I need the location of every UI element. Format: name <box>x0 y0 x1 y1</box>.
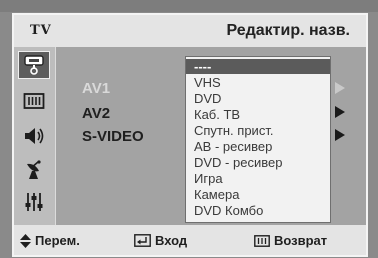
sound-icon[interactable] <box>21 124 47 148</box>
tv-osd-screen: TV Редактир. назв. AV1 AV2 S-VIDEO ---- … <box>0 0 378 258</box>
arrow-right-icon <box>335 129 345 141</box>
dropdown-item[interactable]: Спутн. прист. <box>186 123 330 138</box>
page-title: Редактир. назв. <box>226 22 350 39</box>
dropdown-item[interactable]: Игра <box>186 171 330 186</box>
dropdown-item[interactable]: AB - ресивер <box>186 139 330 154</box>
return-hint: Возврат <box>254 233 327 248</box>
dropdown-item[interactable]: VHS <box>186 75 330 90</box>
arrow-right-icon <box>335 82 345 94</box>
enter-hint: Вход <box>134 233 187 248</box>
source-s-video[interactable]: S-VIDEO <box>82 128 144 145</box>
menu-sidebar <box>14 47 56 225</box>
source-av2[interactable]: AV2 <box>82 105 110 122</box>
menu-footer: Перем. Вход Возврат <box>14 225 366 255</box>
up-down-arrows-icon <box>20 233 31 248</box>
input-icon[interactable] <box>18 51 50 79</box>
dropdown-item[interactable]: ---- <box>186 59 330 74</box>
mode-label: TV <box>30 23 52 38</box>
dropdown-item[interactable]: Каб. ТВ <box>186 107 330 122</box>
picture-icon[interactable] <box>21 89 47 113</box>
dropdown-item[interactable]: DVD <box>186 91 330 106</box>
menu-content: AV1 AV2 S-VIDEO ---- VHS DVD Каб. ТВ Спу… <box>56 47 366 225</box>
enter-label: Вход <box>155 233 188 248</box>
return-label: Возврат <box>274 233 328 248</box>
menu-header: TV Редактир. назв. <box>14 15 366 47</box>
menu-icon <box>254 234 270 247</box>
arrow-right-icon <box>335 106 345 118</box>
dropdown-item[interactable]: DVD Комбо <box>186 203 330 218</box>
source-av1[interactable]: AV1 <box>82 80 110 97</box>
name-dropdown-list[interactable]: ---- VHS DVD Каб. ТВ Спутн. прист. AB - … <box>185 56 331 223</box>
menu-frame: TV Редактир. назв. AV1 AV2 S-VIDEO ---- … <box>12 13 368 257</box>
channel-icon[interactable] <box>21 158 47 182</box>
top-strip <box>0 0 378 12</box>
move-hint: Перем. <box>20 233 80 248</box>
move-label: Перем. <box>35 233 80 248</box>
setup-icon[interactable] <box>21 190 47 214</box>
dropdown-item[interactable]: DVD - ресивер <box>186 155 330 170</box>
enter-icon <box>134 234 151 247</box>
dropdown-item[interactable]: Камера <box>186 187 330 202</box>
